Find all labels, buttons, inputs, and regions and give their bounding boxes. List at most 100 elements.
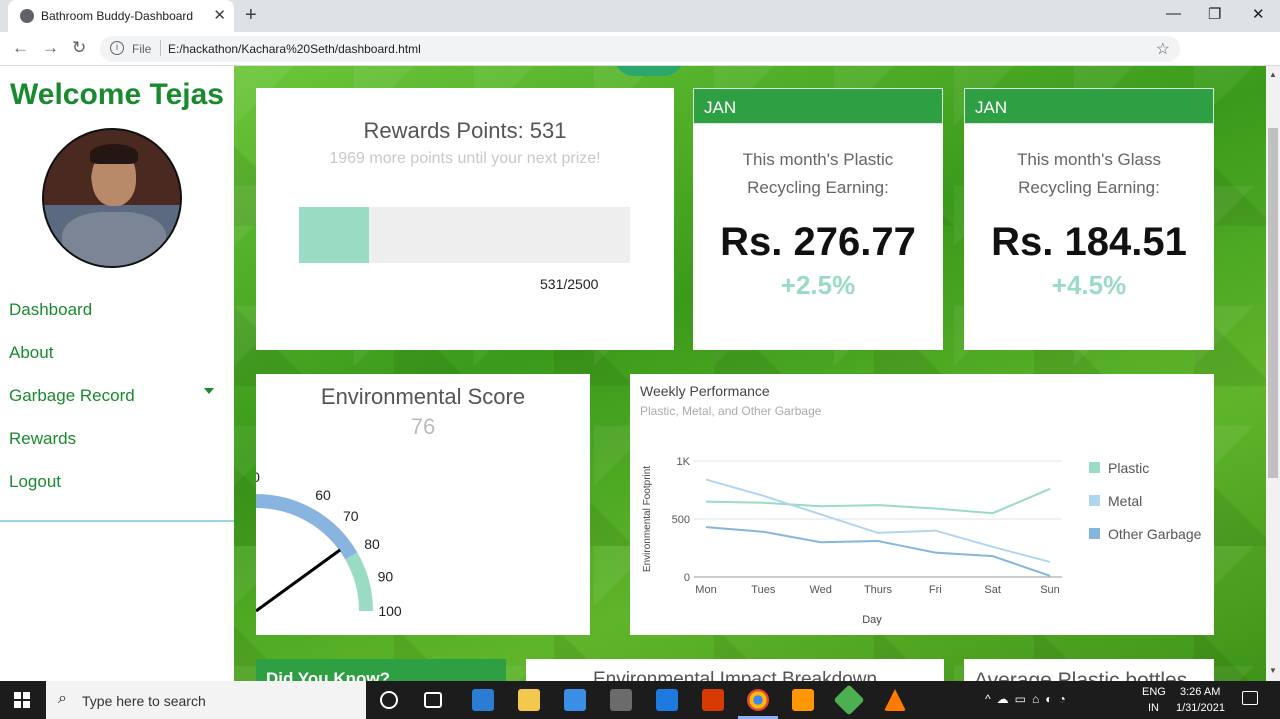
taskbar-search-placeholder: Type here to search [82,693,206,709]
dashboard-main: Rewards Points: 531 1969 more points unt… [234,66,1266,681]
env-score-title: Environmental Score [320,384,526,409]
page-viewport: Welcome Tejas Dashboard About Garbage Re… [0,66,1280,681]
earning-amount: Rs. 276.77 [720,220,916,264]
rewards-subtitle: 1969 more points until your next prize! [329,150,601,167]
url-scheme-label: File [132,42,152,56]
sidebar-item-logout[interactable]: Logout [9,472,61,492]
bookmark-star-icon[interactable]: ☆ [1156,39,1170,59]
cortana-icon[interactable] [380,691,398,709]
windows-start-icon[interactable] [14,692,30,708]
earning-change: +4.5% [1051,270,1127,300]
task-view-icon[interactable] [424,692,442,708]
weekly-performance-card: Weekly Performance Plastic, Metal, and O… [630,374,1214,635]
new-tab-button[interactable]: + [245,4,257,27]
system-tray-icons[interactable]: ^☁▭⌂◐◔ [985,692,1072,706]
y-tick-label: 0 [684,572,690,584]
x-tick-label: Wed [809,584,831,596]
legend-label: Metal [1108,493,1142,509]
glass-earning-card: JAN This month's Glass Recycling Earning… [964,88,1214,350]
gauge-tick-label: 80 [364,536,380,552]
notification-icon[interactable] [1242,691,1258,705]
legend-swatch [1089,495,1100,506]
plastic-earning-card: JAN This month's Plastic Recycling Earni… [693,88,943,350]
gauge-tick-label: 0 [256,469,260,485]
scroll-up-arrow-icon[interactable]: ▲ [1269,70,1277,79]
month-label: JAN [975,98,1008,117]
caret-down-icon[interactable] [204,388,214,394]
recycle-logo [614,66,684,76]
scrollbar-thumb[interactable] [1268,128,1278,478]
gauge-tick-label: 70 [343,508,359,524]
environmental-score-card: Environmental Score 76 0 60 70 80 90 100 [256,374,590,635]
legend-label: Plastic [1108,460,1149,476]
x-tick-label: Sun [1040,584,1060,596]
sidebar-divider [0,520,234,522]
app-icon-3[interactable] [564,689,586,711]
env-score-value: 76 [410,414,436,439]
legend-swatch [1089,528,1100,539]
maximize-button[interactable]: ❐ [1208,5,1221,23]
chrome-icon[interactable] [747,689,769,711]
sidebar-item-dashboard[interactable]: Dashboard [9,300,92,320]
gauge-tick-label: 90 [378,568,394,584]
weekly-line-chart: 0 500 1K Mon Tues Wed Thurs Fri Sat Sun Day Environ… [642,456,1202,626]
office-icon[interactable] [702,689,724,711]
sublime-icon[interactable] [792,689,814,711]
minimize-button[interactable]: — [1166,5,1181,22]
gauge-band-green [345,552,373,612]
avatar-shirt [62,212,166,266]
welcome-heading: Welcome Tejas [10,78,224,111]
tab-close-icon[interactable]: ✕ [213,6,226,24]
average-title: Average Plastic bottles [974,669,1188,681]
earning-change: +2.5% [780,270,856,300]
reload-icon[interactable]: ↻ [72,38,86,58]
earning-amount: Rs. 184.51 [991,220,1187,264]
rewards-progress-fill [299,207,370,263]
globe-icon [20,9,34,23]
back-icon[interactable]: ← [12,38,29,58]
card-header: JAN [964,88,1214,124]
page-scrollbar[interactable]: ▲ ▼ [1266,66,1280,681]
sidebar-item-about[interactable]: About [9,343,53,363]
month-label: JAN [704,98,737,117]
file-explorer-icon[interactable] [518,689,540,711]
legend-swatch [1089,462,1100,473]
address-bar-row: ← → ↻ i File E:/hackathon/Kachara%20Seth… [0,32,1280,91]
sidebar-item-rewards[interactable]: Rewards [9,429,76,449]
y-tick-label: 500 [672,514,690,526]
sidebar-item-garbage-record[interactable]: Garbage Record [9,386,135,406]
x-axis-label: Day [862,614,882,626]
x-tick-label: Tues [751,584,776,596]
app-icon-1[interactable] [472,689,494,711]
browser-tab[interactable]: Bathroom Buddy-Dashboard ✕ [8,0,234,32]
taskbar-search[interactable]: ⌕ Type here to search [46,681,366,719]
close-window-button[interactable]: ✕ [1252,5,1265,23]
did-you-know-card: Did You Know? [256,659,506,681]
git-icon[interactable] [833,684,865,716]
url-text[interactable]: E:/hackathon/Kachara%20Seth/dashboard.ht… [168,42,421,56]
earning-description: This month's Glass Recycling Earning: [1016,150,1161,197]
rewards-progress-count: 531/2500 [540,276,599,292]
url-divider [160,40,161,56]
gauge-band-blue [256,494,358,560]
info-icon[interactable]: i [110,41,124,55]
impact-title: Environmental Impact Breakdown [592,669,878,681]
store-icon[interactable] [610,689,632,711]
mail-icon[interactable] [656,689,678,711]
did-you-know-title: Did You Know? [266,669,391,681]
forward-icon[interactable]: → [42,38,59,58]
avatar-hair [90,144,138,164]
series-line-other-garbage [705,526,1051,577]
vlc-icon[interactable] [884,689,906,711]
clock-date[interactable]: 1/31/2021 [1176,702,1225,714]
scroll-down-arrow-icon[interactable]: ▼ [1269,666,1277,675]
clock-time[interactable]: 3:26 AM [1180,686,1220,698]
url-field[interactable]: i File E:/hackathon/Kachara%20Seth/dashb… [100,36,1180,62]
region-indicator[interactable]: IN [1148,702,1159,714]
legend-label: Other Garbage [1108,526,1202,542]
y-tick-label: 1K [677,456,691,468]
user-avatar [42,128,182,268]
search-icon: ⌕ [58,690,67,707]
gauge-tick-label: 100 [378,603,402,619]
language-indicator[interactable]: ENG [1142,686,1166,698]
